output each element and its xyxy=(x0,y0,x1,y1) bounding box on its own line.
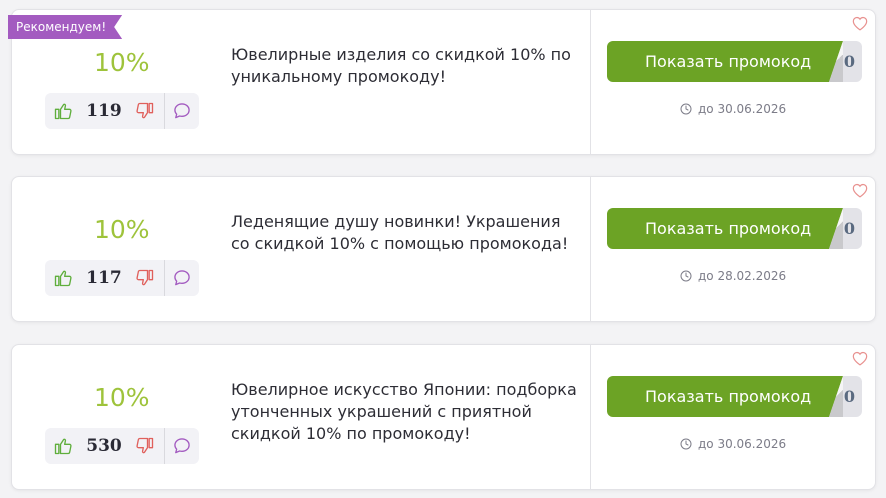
vote-panel: 117 xyxy=(45,260,199,296)
thumbs-down-icon[interactable] xyxy=(135,101,155,121)
clock-icon xyxy=(680,270,692,282)
vote-count: 119 xyxy=(86,101,122,121)
vote-count: 117 xyxy=(86,268,122,288)
thumbs-up-icon[interactable] xyxy=(53,436,73,456)
vote-divider xyxy=(164,260,165,296)
discount-value: 10% xyxy=(94,48,150,77)
comment-icon[interactable] xyxy=(172,268,192,288)
discount-value: 10% xyxy=(94,383,150,412)
offer-card: 10% 530 Ювелирное искусство Японии: подб… xyxy=(11,344,876,490)
clock-icon xyxy=(680,438,692,450)
expiry-info: до 30.06.2026 xyxy=(680,102,786,116)
vote-panel: 530 xyxy=(45,428,199,464)
offer-description: Ювелирное искусство Японии: подборка уто… xyxy=(231,380,577,443)
show-promo-button[interactable]: Показать промокод xyxy=(607,208,843,249)
card-divider xyxy=(590,10,591,154)
vote-count: 530 xyxy=(86,436,122,456)
vote-panel: 119 xyxy=(45,93,199,129)
show-promo-button[interactable]: Показать промокод xyxy=(607,376,843,417)
expiry-date: до 30.06.2026 xyxy=(698,437,787,451)
expiry-date: до 28.02.2026 xyxy=(698,269,787,283)
card-divider xyxy=(590,177,591,321)
heart-icon[interactable] xyxy=(852,351,868,366)
show-promo-group: 0 Показать промокод xyxy=(607,376,862,417)
show-promo-group: 0 Показать промокод xyxy=(607,41,862,82)
card-divider xyxy=(590,345,591,489)
thumbs-down-icon[interactable] xyxy=(135,436,155,456)
expiry-info: до 30.06.2026 xyxy=(680,437,786,451)
expiry-date: до 30.06.2026 xyxy=(698,102,787,116)
discount-value: 10% xyxy=(94,215,150,244)
heart-icon[interactable] xyxy=(852,183,868,198)
recommended-badge: Рекомендуем! xyxy=(8,15,122,39)
thumbs-up-icon[interactable] xyxy=(53,268,73,288)
show-promo-group: 0 Показать промокод xyxy=(607,208,862,249)
thumbs-up-icon[interactable] xyxy=(53,101,73,121)
offer-card: Рекомендуем! 10% 119 Ювелирные изделия с… xyxy=(11,9,876,155)
offer-card: 10% 117 Леденящие душу новинки! Украшени… xyxy=(11,176,876,322)
thumbs-down-icon[interactable] xyxy=(135,268,155,288)
comment-icon[interactable] xyxy=(172,101,192,121)
comment-icon[interactable] xyxy=(172,436,192,456)
vote-divider xyxy=(164,428,165,464)
vote-divider xyxy=(164,93,165,129)
heart-icon[interactable] xyxy=(852,16,868,31)
clock-icon xyxy=(680,103,692,115)
expiry-info: до 28.02.2026 xyxy=(680,269,786,283)
offer-description: Леденящие душу новинки! Украшения со ски… xyxy=(231,212,569,253)
show-promo-button[interactable]: Показать промокод xyxy=(607,41,843,82)
offer-description: Ювелирные изделия со скидкой 10% по уник… xyxy=(231,45,571,86)
